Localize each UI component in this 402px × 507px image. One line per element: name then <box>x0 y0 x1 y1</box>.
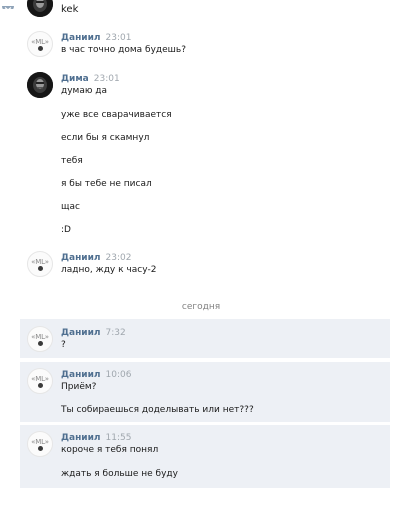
avatar[interactable]: «ML» <box>27 431 53 457</box>
avatar-dot <box>38 446 43 451</box>
avatar-dot <box>38 266 43 271</box>
message-text: ждать я больше не буду <box>61 469 178 479</box>
message-time[interactable]: 10:06 <box>106 370 132 380</box>
message-header: Даниил 23:02 <box>61 253 131 264</box>
message-header: Даниил 11:55 <box>61 433 131 444</box>
avatar[interactable]: «ML» <box>27 251 53 277</box>
message-header: Даниил 7:32 <box>61 328 126 339</box>
avatar[interactable] <box>27 0 53 17</box>
avatar-dot <box>38 383 43 388</box>
avatar-dot <box>38 341 43 346</box>
message-text: тебя <box>61 156 83 166</box>
sender-name[interactable]: Даниил <box>61 433 101 443</box>
message-time[interactable]: 23:01 <box>106 33 132 43</box>
message-text: если бы я скамнул <box>61 133 150 143</box>
message-text: Приём? <box>61 382 97 392</box>
message-header: Дима 23:01 <box>61 74 120 85</box>
sender-name[interactable]: Даниил <box>61 328 101 338</box>
message-time[interactable]: 23:02 <box>106 253 132 263</box>
chat-history: kek «ML» Даниил 23:01 в час точно дома бу… <box>0 0 402 507</box>
message-text: щас <box>61 202 80 212</box>
message-text: ладно, жду к часу-2 <box>61 265 157 275</box>
message-time[interactable]: 7:32 <box>106 328 126 338</box>
avatar[interactable]: «ML» <box>27 326 53 352</box>
message-header: Даниил 10:06 <box>61 370 131 381</box>
avatar[interactable]: «ML» <box>27 368 53 394</box>
message-text: в час точно дома будешь? <box>61 45 186 55</box>
message-time[interactable]: 23:01 <box>94 74 120 84</box>
message-text: ? <box>61 340 66 350</box>
sender-name[interactable]: Даниил <box>61 253 101 263</box>
message-text: думаю да <box>61 86 108 96</box>
day-separator: сегодня <box>181 302 221 312</box>
message-text: Ты собираешься доделывать или нет??? <box>61 405 254 415</box>
chevron-down-icon[interactable] <box>2 0 14 9</box>
message-text: я бы тебе не писал <box>61 179 152 189</box>
message-text: уже все сварачивается <box>61 110 172 120</box>
message-header: Даниил 23:01 <box>61 33 131 44</box>
sender-name[interactable]: Даниил <box>61 33 101 43</box>
message-time[interactable]: 11:55 <box>106 433 132 443</box>
avatar-dot <box>38 46 43 51</box>
sender-name[interactable]: Даниил <box>61 370 101 380</box>
message-text: :D <box>61 225 71 235</box>
avatar[interactable]: «ML» <box>27 31 53 57</box>
message-text: kek <box>61 4 79 15</box>
sender-name[interactable]: Дима <box>61 74 89 84</box>
avatar[interactable] <box>27 72 53 98</box>
message-text: короче я тебя понял <box>61 445 159 455</box>
